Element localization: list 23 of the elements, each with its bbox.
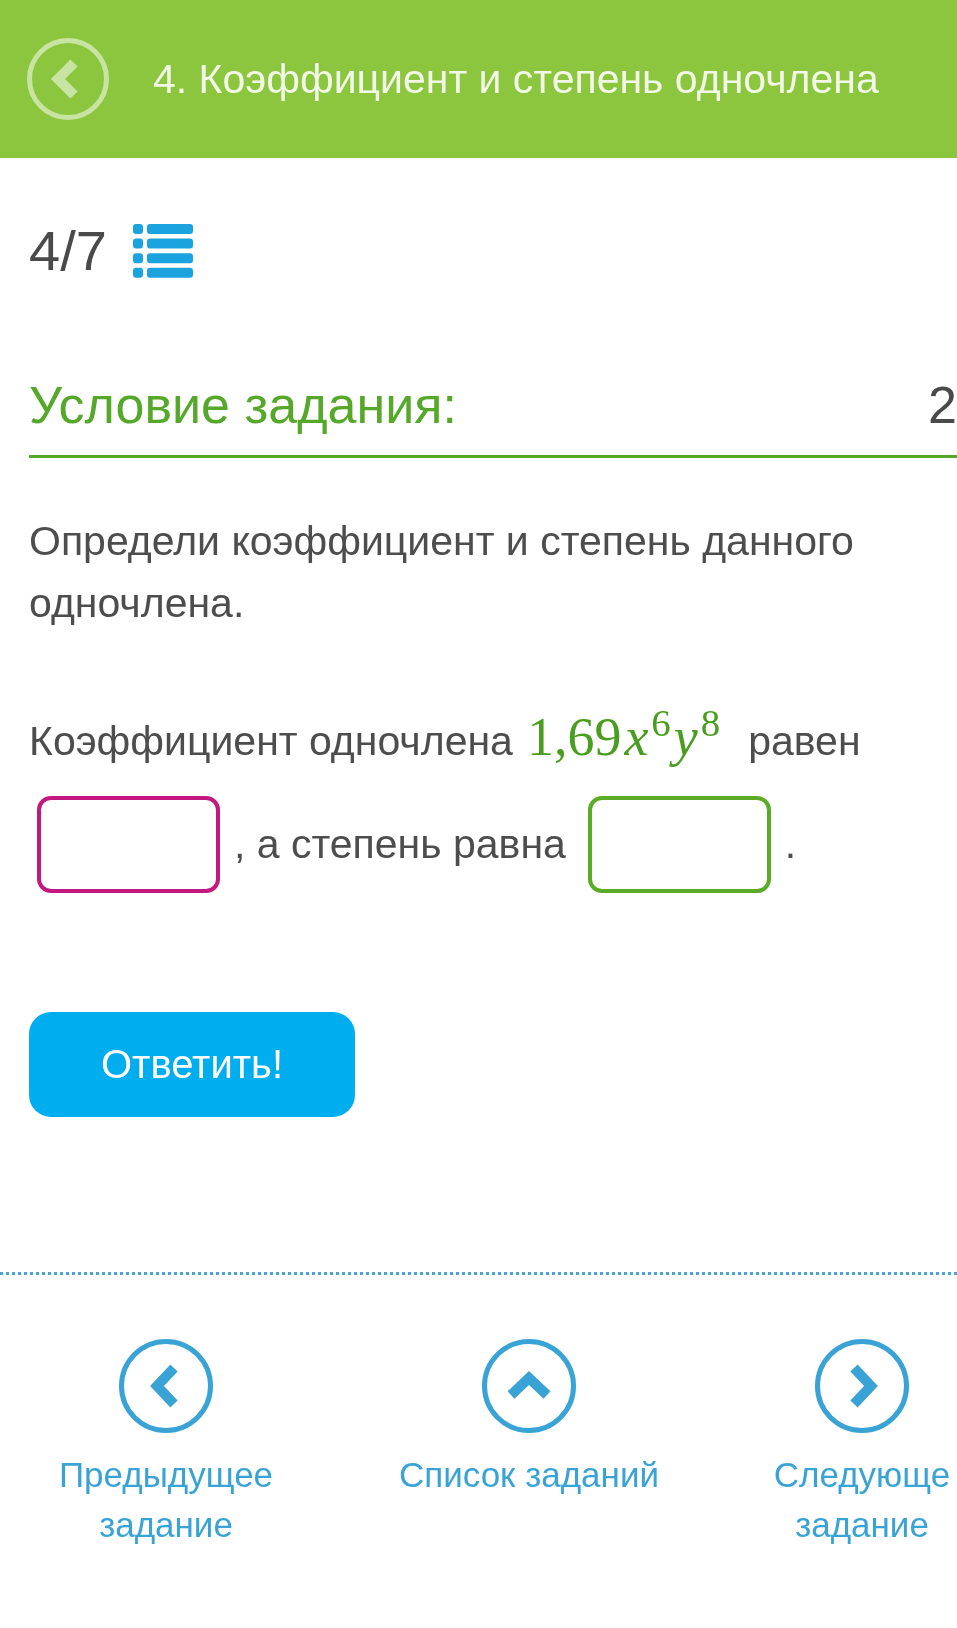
list-icon	[132, 224, 193, 278]
next-task-link[interactable]: Следующе задание	[767, 1339, 957, 1550]
back-button[interactable]	[27, 38, 109, 120]
page-title: 4. Коэффициент и степень одночлена	[153, 55, 879, 104]
chevron-right-icon	[815, 1339, 909, 1433]
task-counter: 4/7	[29, 223, 107, 279]
chevron-left-icon	[119, 1339, 213, 1433]
back-icon	[27, 38, 109, 120]
answer-text: , а степень равна	[234, 820, 566, 869]
answer-box[interactable]	[587, 796, 771, 893]
chevron-up-icon	[482, 1339, 576, 1433]
task-description: Определи коэффициент и степень данного одночлена.	[29, 517, 855, 628]
answer-text: .	[784, 820, 797, 869]
answer-box[interactable]	[37, 796, 220, 893]
submit-button[interactable]: Ответить!	[29, 1012, 355, 1117]
section-heading: Условие задания:	[29, 375, 457, 436]
task-list-button[interactable]	[132, 224, 193, 278]
answer-text: равен	[748, 717, 861, 766]
task-list-link[interactable]: Список заданий	[384, 1339, 674, 1550]
formula: 1,69x$^{6}$y$^{8}$	[526, 700, 721, 768]
previous-task-link[interactable]: Предыдущее задание	[41, 1339, 291, 1550]
side-number: 2	[928, 375, 957, 436]
answer-text: Коэффициент одночлена	[29, 717, 513, 766]
